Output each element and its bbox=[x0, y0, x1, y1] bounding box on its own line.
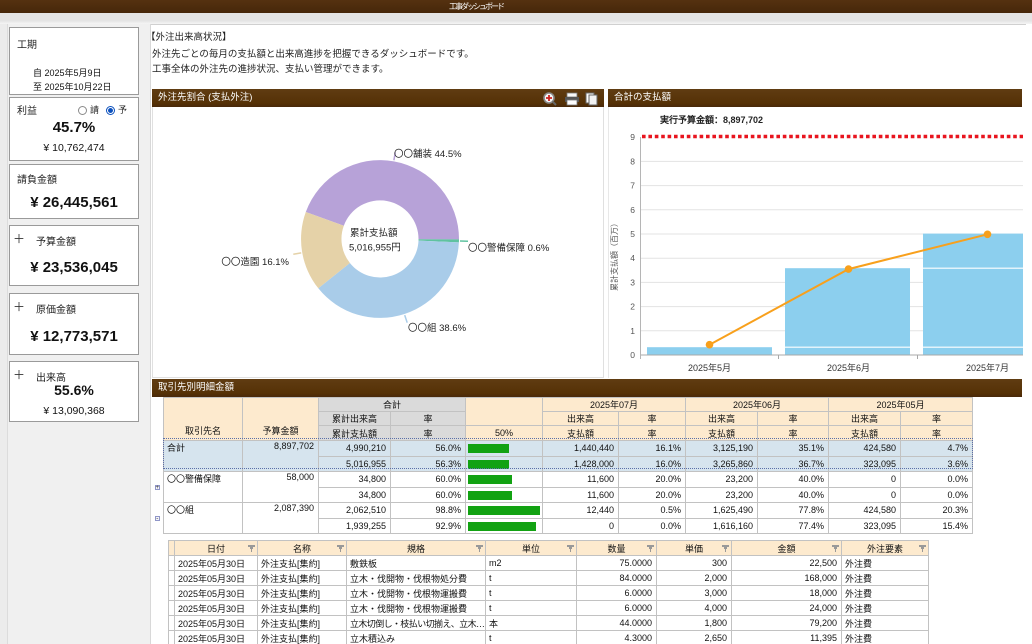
svg-text:2025年5月: 2025年5月 bbox=[688, 362, 731, 373]
svg-text:5,016,955円: 5,016,955円 bbox=[349, 243, 401, 254]
svg-text:2025年7月: 2025年7月 bbox=[966, 362, 1009, 373]
svg-text:〇〇組 38.6%: 〇〇組 38.6% bbox=[408, 322, 467, 334]
svg-text:6: 6 bbox=[630, 205, 635, 215]
svg-text:3: 3 bbox=[630, 277, 635, 287]
svg-text:9: 9 bbox=[630, 132, 635, 142]
svg-text:4: 4 bbox=[630, 253, 635, 263]
svg-text:2025年6月: 2025年6月 bbox=[827, 362, 870, 373]
svg-text:累計支払額（百万）: 累計支払額（百万） bbox=[609, 219, 619, 291]
svg-text:7: 7 bbox=[630, 181, 635, 191]
svg-text:〇〇舗装 44.5%: 〇〇舗装 44.5% bbox=[394, 148, 462, 160]
svg-text:5: 5 bbox=[630, 229, 635, 239]
svg-text:〇〇造園 16.1%: 〇〇造園 16.1% bbox=[221, 256, 289, 268]
svg-text:1: 1 bbox=[630, 326, 635, 336]
svg-text:累計支払額: 累計支払額 bbox=[350, 227, 398, 239]
svg-text:〇〇警備保障 0.6%: 〇〇警備保障 0.6% bbox=[468, 242, 550, 254]
svg-text:2: 2 bbox=[630, 302, 635, 312]
svg-text:8: 8 bbox=[630, 156, 635, 166]
svg-text:0: 0 bbox=[630, 350, 635, 360]
svg-text:実行予算金額：8,897,702: 実行予算金額：8,897,702 bbox=[660, 114, 763, 125]
